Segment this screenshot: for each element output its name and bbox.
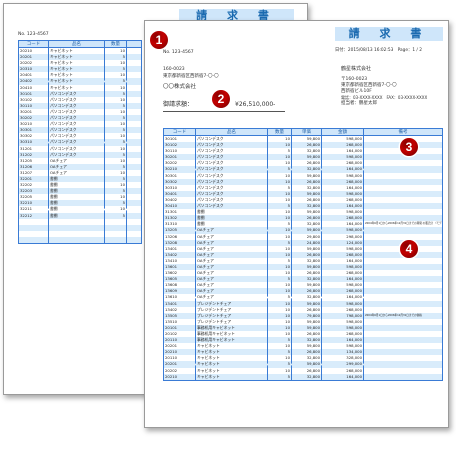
issuer-postal: 〒160-0023 (341, 77, 368, 82)
issuer-building: 西新宿ビル10F (341, 89, 372, 94)
col-price-header: 単価 (292, 129, 322, 135)
row-qty: 5 (268, 373, 292, 380)
col-note-header: 備考 (398, 130, 408, 135)
invoice-page-front: 請 求 書 No. 123-4567 日付：2015/08/13 16:02:5… (144, 20, 449, 428)
customer-postal: 160-0023 (163, 67, 185, 72)
row-cell-empty (49, 236, 105, 243)
callout-marker-3: 3 (400, 138, 418, 156)
issuer-rep: 担当者：鶴星太郎 (341, 101, 377, 106)
row-price: 32,800 (292, 373, 322, 380)
issuer-phone: 電話：03-XXXX-XXXX FAX：03-XXXX-XXXX (341, 95, 428, 100)
row-cell-empty (105, 236, 127, 243)
invoice-title-front: 請 求 書 (335, 27, 443, 41)
amount-value: ¥26,510,000- (235, 101, 276, 108)
issue-info: 日付：2015/08/13 16:02:53 Page：1 / 2 (335, 48, 422, 53)
col-name-header: 品名 (49, 41, 105, 47)
col-extra-header (127, 41, 141, 47)
col-code-header: コード (164, 129, 196, 135)
table-header-back: コード 品名 数量 (18, 40, 142, 47)
doc-number-back: No. 123-4567 (18, 32, 49, 37)
row-cell-empty (19, 236, 49, 243)
col-code-header: コード (19, 41, 49, 47)
col-qty-header: 数量 (268, 129, 292, 135)
amount-underline (163, 111, 285, 112)
items-table-back: コード 品名 数量 20210 キャビネット 10 20201 キャビネット 5 20202… (18, 40, 142, 244)
table-header-front: コード 品名 数量 単価 金額 備考 (163, 128, 443, 135)
row-note (364, 374, 442, 380)
row-cell-empty (127, 237, 141, 243)
table-body-back: 20210 キャビネット 10 20201 キャビネット 5 20202 キャビネット 10 20… (18, 47, 142, 244)
row-name: キャビネット (196, 373, 268, 380)
callout-marker-4: 4 (400, 240, 418, 258)
amount-label: 御請求額： (163, 101, 194, 108)
table-row: 20210 キャビネット 5 32,800 164,000 (164, 373, 442, 380)
col-name-header: 品名 (196, 129, 268, 135)
row-code: 20210 (164, 373, 196, 380)
doc-number-front: No. 123-4567 (163, 50, 194, 55)
table-row-empty (19, 236, 141, 243)
customer-address: 東京都新宿区西新宿7-〇-〇 (163, 74, 219, 79)
issuer-address: 東京都新宿区西新宿7-〇-〇 (341, 83, 397, 88)
callout-marker-1: 1 (150, 31, 168, 49)
customer-name: 〇〇株式会社 (163, 84, 197, 90)
col-qty-header: 数量 (105, 41, 127, 47)
table-body-front: 30101 パソコンデスク 10 59,800 598,000 30102 パソコンデスク 1… (163, 135, 443, 381)
issuer-name: 鶴星株式会社 (341, 66, 372, 72)
row-amount: 164,000 (322, 373, 364, 380)
col-amount-header: 金額 (322, 129, 364, 135)
callout-marker-2: 2 (212, 90, 230, 108)
